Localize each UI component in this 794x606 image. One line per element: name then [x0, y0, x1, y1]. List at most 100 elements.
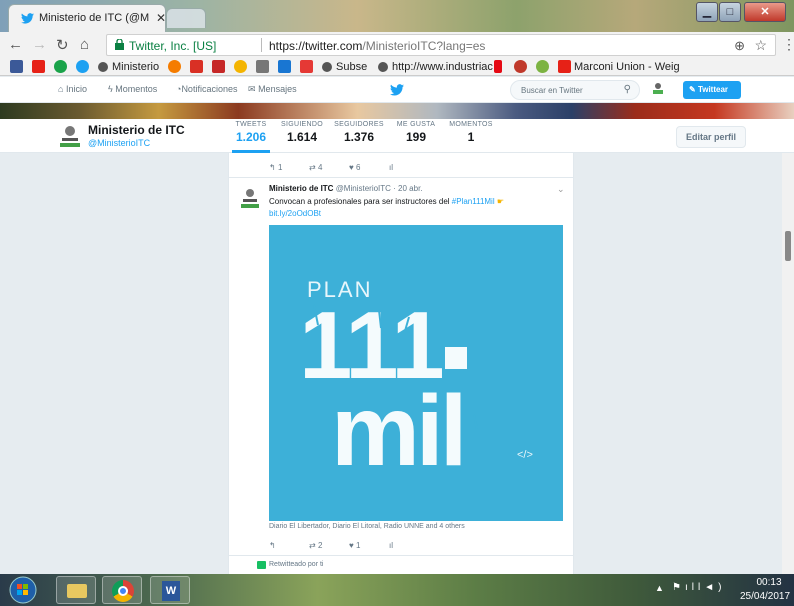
image-dot — [445, 347, 467, 369]
window-minimize-button[interactable]: ▁ — [696, 2, 718, 22]
tweet-divider — [229, 177, 573, 178]
tweet-hashtag[interactable]: #Plan111Mil — [452, 197, 495, 206]
stat-followers[interactable]: SEGUIDORES 1.376 — [334, 121, 384, 144]
home-icon[interactable]: ⌂ — [80, 36, 89, 53]
tray-expand-icon[interactable]: ▲ — [655, 583, 664, 593]
bookmark-youtube-marconi[interactable] — [558, 60, 571, 74]
browser-menu-icon[interactable]: ⋮ — [782, 36, 794, 53]
profile-avatar[interactable] — [58, 123, 82, 149]
profile-handle[interactable]: @MinisterioITC — [88, 138, 150, 148]
bookmark-industria-label[interactable]: http://www.industriac — [392, 61, 493, 73]
zoom-icon[interactable]: ⊕ — [734, 38, 745, 54]
nav-moments[interactable]: ϟ Momentos — [108, 84, 157, 94]
gmail-bookmark-icon[interactable] — [190, 60, 203, 74]
bookmark-multicolor-icon[interactable] — [234, 60, 247, 74]
search-icon[interactable]: ⚲ — [624, 84, 631, 95]
retweet-icon[interactable]: ⇄ 2 — [309, 541, 322, 550]
twitter-logo-icon[interactable] — [390, 84, 404, 96]
nav-messages-label: Mensajes — [258, 84, 297, 94]
reply-icon[interactable]: ↰ — [269, 541, 276, 550]
bookmark-subse[interactable] — [322, 60, 332, 74]
stat-label: ME GUSTA — [396, 121, 436, 128]
tab-close-icon[interactable]: ✕ — [156, 11, 166, 25]
bookmark-red-icon[interactable] — [212, 60, 225, 74]
retweet-count: 2 — [317, 541, 323, 550]
bookmark-marconi-label[interactable]: Marconi Union - Weig — [574, 61, 680, 73]
bookmark-subse-label[interactable]: Subse — [336, 61, 367, 73]
forward-arrow-icon[interactable]: → — [32, 36, 47, 53]
tweet-link[interactable]: bit.ly/2oOdOBt — [269, 209, 321, 218]
like-icon[interactable]: ♥ 1 — [349, 541, 360, 550]
stat-moments[interactable]: MOMENTOS 1 — [448, 121, 494, 144]
clock-date[interactable]: 25/04/2017 — [740, 591, 790, 602]
image-code-symbol: </> — [517, 449, 533, 461]
reload-icon[interactable]: ↻ — [56, 36, 69, 54]
tweet-author[interactable]: Ministerio de ITC — [269, 184, 333, 193]
tweet-image[interactable]: PLAN 111 mil </> — [269, 225, 563, 521]
nav-messages[interactable]: ✉ Mensajes — [248, 84, 297, 95]
clock-time[interactable]: 00:13 — [748, 577, 790, 588]
back-arrow-icon[interactable]: ← — [8, 36, 23, 53]
url-path: /MinisterioITC?lang=es — [362, 39, 486, 53]
media-credit[interactable]: Diario El Libertador, Diario El Litoral,… — [269, 523, 465, 530]
home-icon: ⌂ — [58, 84, 64, 94]
browser-tab-active[interactable]: Ministerio de ITC (@Mini ✕ — [8, 4, 166, 32]
window-close-button[interactable]: ✕ — [744, 2, 786, 22]
network-icon[interactable]: ıll — [685, 582, 704, 593]
twitter-search-input[interactable]: Buscar en Twitter ⚲ — [510, 80, 640, 100]
edit-profile-button[interactable]: Editar perfil — [676, 126, 746, 148]
envelope-icon: ✉ — [248, 84, 256, 94]
bookmark-industria[interactable] — [378, 60, 388, 74]
bookmark-grid-icon[interactable] — [300, 60, 313, 74]
bookmark-ministerio[interactable] — [98, 60, 108, 74]
bookmark-settings-icon[interactable] — [514, 60, 527, 74]
certificate-label[interactable]: Twitter, Inc. [US] — [129, 39, 216, 53]
bookmark-orange-icon[interactable] — [168, 60, 181, 74]
flag-icon[interactable]: ⚑ — [672, 582, 685, 593]
new-tab-button[interactable] — [166, 8, 206, 28]
chevron-down-icon[interactable]: ⌄ — [557, 184, 565, 195]
like-icon[interactable]: ♥ 6 — [349, 163, 360, 172]
tweet-button[interactable]: ✎ Twittear — [683, 81, 741, 99]
scrollbar-thumb[interactable] — [785, 231, 791, 261]
chrome-icon[interactable] — [102, 576, 142, 604]
url-text[interactable]: https://twitter.com/MinisterioITC?lang=e… — [269, 39, 485, 53]
youtube-bookmark-icon[interactable] — [32, 60, 45, 74]
address-bar[interactable]: Twitter, Inc. [US] https://twitter.com/M… — [106, 34, 776, 56]
image-word-text: mil — [331, 375, 463, 487]
window-maximize-button[interactable]: □ — [719, 2, 741, 22]
bookmark-blue-icon[interactable] — [278, 60, 291, 74]
bookmark-ministerio-label[interactable]: Ministerio — [112, 61, 159, 73]
pointing-hand-icon: ☛ — [496, 197, 505, 206]
retweet-icon[interactable]: ⇄ 4 — [309, 163, 322, 172]
volume-icon[interactable]: ◄) — [704, 582, 725, 593]
timeline: ↰ 1 ⇄ 4 ♥ 6 ıl Ministerio de ITC @Minist… — [228, 153, 574, 574]
file-explorer-icon[interactable] — [56, 576, 96, 604]
bookmark-green-icon[interactable] — [54, 60, 67, 74]
page-scrollbar[interactable] — [782, 153, 794, 574]
nav-notifications[interactable]: ◔Notificaciones — [176, 84, 237, 94]
tweet-header[interactable]: Ministerio de ITC @MinisterioITC · 20 ab… — [269, 184, 423, 193]
stat-likes[interactable]: ME GUSTA 199 — [394, 121, 438, 144]
bookmark-gray-icon[interactable] — [256, 60, 269, 74]
facebook-bookmark-icon[interactable] — [10, 60, 23, 74]
bookmark-eye-icon[interactable] — [536, 60, 549, 74]
word-icon[interactable]: W — [150, 576, 190, 604]
stat-tweets[interactable]: TWEETS 1.206 — [232, 121, 270, 153]
stat-value: 1.376 — [343, 130, 375, 144]
bookmark-star-icon[interactable]: ☆ — [754, 37, 767, 54]
analytics-icon[interactable]: ıl — [389, 541, 393, 550]
windows-start-icon[interactable] — [8, 576, 38, 604]
profile-name[interactable]: Ministerio de ITC — [88, 123, 185, 137]
twitter-bookmark-icon[interactable] — [76, 60, 89, 74]
reply-icon[interactable]: ↰ 1 — [269, 163, 282, 172]
tweet-avatar[interactable] — [239, 186, 261, 210]
stat-following[interactable]: SIGUIENDO 1.614 — [280, 121, 324, 144]
analytics-icon[interactable]: ıl — [389, 163, 393, 172]
tweet-time[interactable]: · 20 abr. — [393, 184, 422, 193]
user-avatar[interactable] — [650, 81, 666, 97]
nav-home[interactable]: ⌂ Inicio — [58, 84, 87, 94]
tray-icons[interactable]: ⚑ıll◄) — [672, 582, 725, 593]
windows-taskbar: W ▲ ⚑ıll◄) 00:13 25/04/2017 — [0, 574, 794, 606]
netflix-bookmark-icon[interactable] — [494, 60, 502, 74]
